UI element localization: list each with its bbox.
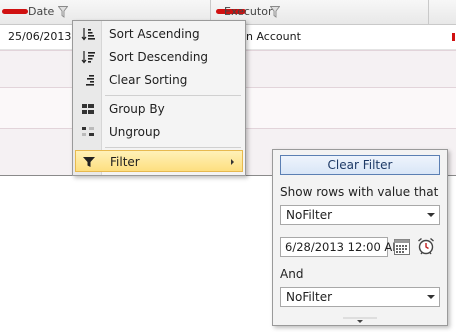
and-label: And xyxy=(280,267,304,281)
chevron-down-icon[interactable] xyxy=(427,213,435,217)
sort-ascending-icon xyxy=(81,28,95,41)
filter-operator-2-value: NoFilter xyxy=(286,290,333,304)
filter-operator-1-value: NoFilter xyxy=(286,208,333,222)
menu-item-ungroup[interactable]: Ungroup xyxy=(75,121,243,143)
chevron-down-icon[interactable] xyxy=(427,295,435,299)
menu-item-label: Group By xyxy=(109,102,165,116)
show-rows-label: Show rows with value that xyxy=(280,185,439,199)
sort-descending-icon xyxy=(81,51,95,64)
ungroup-icon xyxy=(82,127,94,136)
menu-item-clear-sorting[interactable]: Clear Sorting xyxy=(75,69,243,91)
column-context-menu: Sort Ascending Sort Descending Clear Sor… xyxy=(72,20,246,176)
menu-item-label: Ungroup xyxy=(109,125,161,139)
menu-item-filter[interactable]: Filter xyxy=(75,150,243,172)
menu-item-label: Clear Sorting xyxy=(109,73,188,87)
clear-filter-button[interactable]: Clear Filter xyxy=(280,155,440,175)
redaction-mark xyxy=(2,9,28,14)
filter-date-value: 6/28/2013 12:00 AM xyxy=(285,240,403,254)
cell-date: 25/06/2013 04: xyxy=(8,30,72,43)
clear-sorting-icon xyxy=(86,75,94,86)
column-filter-funnel-icon[interactable] xyxy=(58,6,68,18)
menu-item-group-by[interactable]: Group By xyxy=(75,98,243,120)
alarm-clock-icon[interactable] xyxy=(417,237,435,255)
filter-date-input[interactable]: 6/28/2013 12:00 AM xyxy=(280,237,402,257)
menu-item-label: Filter xyxy=(110,155,140,169)
column-filter-funnel-icon[interactable] xyxy=(270,6,280,18)
filter-icon xyxy=(83,157,95,167)
menu-item-label: Sort Descending xyxy=(109,50,209,64)
menu-separator xyxy=(105,95,241,96)
group-by-icon xyxy=(82,104,94,114)
filter-submenu: Clear Filter Show rows with value that N… xyxy=(272,149,448,326)
filter-operator-2-select[interactable]: NoFilter xyxy=(280,287,440,307)
menu-item-sort-ascending[interactable]: Sort Ascending xyxy=(75,23,243,45)
menu-separator xyxy=(105,147,241,148)
cell-executor: n Account xyxy=(246,30,301,43)
menu-item-label: Sort Ascending xyxy=(109,27,200,41)
submenu-arrow-icon xyxy=(231,159,234,165)
column-header-date[interactable]: Date xyxy=(28,0,54,24)
redaction-mark xyxy=(452,33,455,41)
menu-item-sort-descending[interactable]: Sort Descending xyxy=(75,46,243,68)
filter-operator-1-select[interactable]: NoFilter xyxy=(280,205,440,225)
resize-grip-icon[interactable] xyxy=(273,317,447,325)
calendar-icon[interactable] xyxy=(394,239,410,255)
column-separator[interactable] xyxy=(428,0,429,24)
